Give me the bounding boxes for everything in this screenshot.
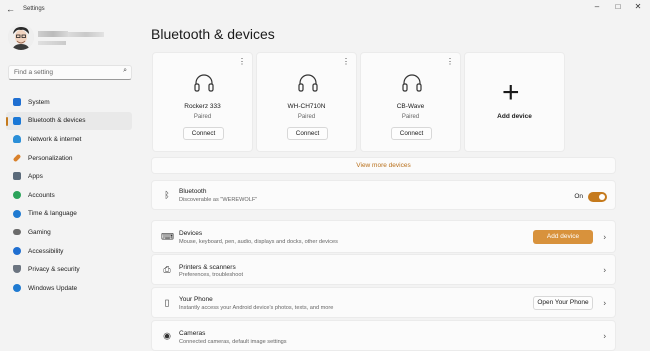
accessibility-icon (13, 246, 21, 255)
chevron-right-icon[interactable]: › (603, 232, 606, 241)
sidebar-item-network[interactable]: Network & internet (6, 130, 132, 149)
window-title: Settings (23, 6, 45, 12)
shield-icon (13, 265, 21, 274)
sidebar-item-label: Bluetooth & devices (28, 117, 86, 125)
device-card: ⋮ CB-Wave Paired Connect (360, 52, 461, 152)
blurred-email (38, 41, 66, 45)
row-subtitle: Preferences, troubleshoot (179, 272, 244, 278)
maximize-icon[interactable]: □ (612, 2, 624, 11)
paintbrush-icon (12, 153, 22, 163)
sidebar-item-windows-update[interactable]: Windows Update (6, 279, 132, 298)
monitor-icon (13, 98, 21, 106)
connect-button[interactable]: Connect (287, 127, 328, 140)
row-subtitle: Connected cameras, default image setting… (179, 339, 287, 345)
apps-icon (13, 172, 21, 181)
chevron-right-icon[interactable]: › (603, 331, 606, 340)
sidebar-item-label: Privacy & security (28, 266, 80, 274)
headphones-icon (402, 74, 422, 92)
title-bar: ← Settings – □ ✕ (0, 0, 650, 18)
row-subtitle: Discoverable as "WEREWOLF" (179, 197, 258, 203)
row-title: Your Phone (179, 296, 213, 303)
bluetooth-row: ᛒ Bluetooth Discoverable as "WEREWOLF" O… (151, 180, 616, 210)
sidebar-item-label: System (28, 98, 50, 106)
view-more-devices-link[interactable]: View more devices (151, 157, 616, 174)
cameras-row[interactable]: ◉ Cameras Connected cameras, default ima… (151, 320, 616, 351)
sidebar-item-bluetooth-devices[interactable]: Bluetooth & devices (6, 111, 132, 131)
connect-button[interactable]: Connect (391, 127, 432, 140)
sidebar-item-label: Gaming (28, 228, 51, 236)
page-title: Bluetooth & devices (151, 26, 275, 42)
sidebar-nav: System Bluetooth & devices Network & int… (6, 93, 132, 298)
windows-update-icon (13, 283, 21, 292)
row-title: Bluetooth (179, 188, 207, 195)
sidebar-item-personalization[interactable]: Personalization (6, 149, 132, 168)
toggle-state-label: On (574, 193, 583, 200)
device-name: CB-Wave (396, 103, 425, 110)
minimize-icon[interactable]: – (591, 2, 603, 11)
row-subtitle: Mouse, keyboard, pen, audio, displays an… (179, 239, 338, 245)
add-device-card[interactable]: + Add device (464, 52, 565, 152)
chevron-right-icon[interactable]: › (603, 265, 606, 274)
printers-row[interactable]: ⎙ Printers & scanners Preferences, troub… (151, 254, 616, 285)
gamepad-icon (13, 229, 21, 236)
globe-clock-icon (13, 209, 21, 218)
device-status: Paired (401, 114, 420, 120)
more-options-icon[interactable]: ⋮ (446, 57, 454, 66)
more-options-icon[interactable]: ⋮ (238, 57, 246, 66)
sidebar-item-label: Network & internet (28, 135, 82, 143)
sidebar-item-accounts[interactable]: Accounts (6, 186, 132, 205)
close-icon[interactable]: ✕ (632, 2, 644, 11)
sidebar-item-label: Accounts (28, 191, 55, 199)
chevron-right-icon[interactable]: › (603, 298, 606, 307)
person-icon (13, 190, 21, 199)
add-device-button[interactable]: Add device (533, 229, 593, 244)
headphones-icon (298, 74, 318, 92)
plus-icon: + (502, 76, 520, 109)
bluetooth-icon (13, 116, 21, 125)
add-device-label: Add device (497, 113, 532, 120)
keyboard-icon: ⌨ (161, 231, 174, 241)
device-status: Paired (193, 114, 212, 120)
sidebar-item-accessibility[interactable]: Accessibility (6, 242, 132, 261)
blurred-username (38, 31, 68, 37)
connect-button[interactable]: Connect (183, 127, 224, 140)
device-card: ⋮ WH-CH710N Paired Connect (256, 52, 357, 152)
sidebar-item-label: Personalization (28, 154, 73, 162)
wifi-icon (13, 135, 21, 144)
sidebar-item-label: Windows Update (28, 284, 78, 292)
open-your-phone-button[interactable]: Open Your Phone (533, 295, 593, 310)
back-arrow-icon[interactable]: ← (6, 4, 15, 14)
row-title: Printers & scanners (179, 264, 236, 271)
sidebar-item-label: Time & language (28, 210, 77, 218)
search-icon: ⌕ (123, 67, 127, 74)
your-phone-row[interactable]: ▯ Your Phone Instantly access your Andro… (151, 287, 616, 318)
sidebar-item-gaming[interactable]: Gaming (6, 223, 132, 242)
blurred-username (68, 32, 104, 37)
sidebar-item-label: Accessibility (28, 247, 64, 255)
bluetooth-icon: ᛒ (164, 190, 170, 200)
search-placeholder: Find a setting (14, 69, 54, 76)
printer-icon: ⎙ (163, 264, 171, 274)
sidebar-item-apps[interactable]: Apps (6, 167, 132, 186)
avatar[interactable] (8, 24, 34, 50)
device-status: Paired (297, 114, 316, 120)
headphones-icon (194, 74, 214, 92)
sidebar-item-time-language[interactable]: Time & language (6, 205, 132, 224)
row-subtitle: Instantly access your Android device's p… (179, 305, 334, 311)
sidebar-item-system[interactable]: System (6, 93, 132, 112)
devices-row[interactable]: ⌨ Devices Mouse, keyboard, pen, audio, d… (151, 220, 616, 253)
search-input[interactable]: Find a setting ⌕ (8, 65, 132, 80)
device-name: WH-CH710N (287, 103, 326, 110)
camera-icon: ◉ (163, 330, 171, 340)
bluetooth-toggle[interactable] (588, 192, 607, 202)
more-options-icon[interactable]: ⋮ (342, 57, 350, 66)
row-title: Devices (179, 230, 203, 237)
sidebar-item-privacy[interactable]: Privacy & security (6, 260, 132, 279)
device-name: Rockerz 333 (184, 103, 221, 110)
device-card: ⋮ Rockerz 333 Paired Connect (152, 52, 253, 152)
row-title: Cameras (179, 330, 206, 337)
phone-icon: ▯ (164, 297, 170, 307)
sidebar-item-label: Apps (28, 173, 43, 181)
